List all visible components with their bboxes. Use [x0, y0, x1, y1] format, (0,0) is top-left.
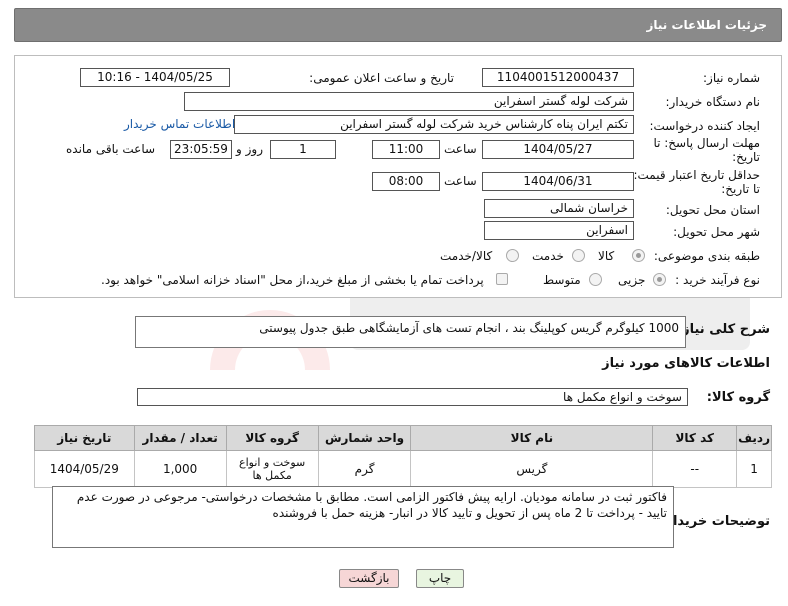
announce-label: تاریخ و ساعت اعلان عمومی:	[309, 71, 454, 85]
announce-field[interactable]: 1404/05/25 - 10:16	[80, 68, 230, 87]
col-row: ردیف	[736, 425, 772, 451]
cell-need-date: 1404/05/29	[34, 450, 135, 488]
need-number-label: شماره نیاز:	[703, 71, 760, 85]
page-header: جزئیات اطلاعات نیاز	[14, 8, 782, 42]
cell-quantity: 1,000	[133, 450, 227, 488]
category-radio-service[interactable]	[572, 249, 585, 262]
items-table: ردیف کد کالا نام کالا واحد شمارش گروه کا…	[34, 425, 772, 488]
price-validity-label-2: تا تاریخ:	[721, 182, 760, 196]
province-field[interactable]: خراسان شمالی	[484, 199, 634, 218]
validity-time-field[interactable]: 08:00	[372, 172, 440, 191]
table-header-row: ردیف کد کالا نام کالا واحد شمارش گروه کا…	[34, 425, 772, 451]
buyer-notes-label: توضیحات خریدار:	[660, 514, 770, 529]
category-option-service: خدمت	[532, 249, 564, 263]
remaining-time-field[interactable]: 23:05:59	[170, 140, 232, 159]
validity-date-field[interactable]: 1404/06/31	[482, 172, 634, 191]
category-option-goods-service: کالا/خدمت	[440, 249, 493, 263]
deadline-time-field[interactable]: 11:00	[372, 140, 440, 159]
col-group: گروه کالا	[225, 425, 319, 451]
creator-label: ایجاد کننده درخواست:	[649, 119, 760, 133]
remaining-label: ساعت باقی مانده	[66, 142, 156, 156]
deadline-date-field[interactable]: 1404/05/27	[482, 140, 634, 159]
cell-unit: گرم	[317, 450, 412, 488]
process-radio-medium[interactable]	[589, 273, 602, 286]
buyer-org-field[interactable]: شرکت لوله گستر اسفراین	[184, 92, 634, 111]
table-row[interactable]: 1 -- گریس گرم سوخت و انواع مکمل ها 1,000…	[34, 450, 772, 488]
process-label: نوع فرآیند خرید :	[675, 273, 760, 287]
process-option-medium: متوسط	[543, 273, 581, 287]
description-field[interactable]: 1000 کیلوگرم گریس کوپلینگ بند ، انجام تس…	[135, 316, 686, 348]
city-field[interactable]: اسفراین	[484, 221, 634, 240]
cell-name: گریس	[410, 450, 654, 488]
cell-group: سوخت و انواع مکمل ها	[225, 450, 319, 488]
col-name: نام کالا	[410, 425, 654, 451]
contact-info-link[interactable]: اطلاعات تماس خریدار	[124, 117, 235, 131]
days-label: روز و	[236, 142, 263, 156]
payment-note: پرداخت تمام یا بخشی از مبلغ خرید،از محل …	[101, 273, 484, 287]
goods-section-title: اطلاعات کالاهای مورد نیاز	[602, 356, 770, 371]
category-label: طبقه بندی موضوعی:	[653, 249, 760, 263]
process-option-minor: جزیی	[618, 273, 646, 287]
validity-time-label: ساعت	[444, 174, 477, 188]
col-quantity: تعداد / مقدار	[133, 425, 227, 451]
need-number-field[interactable]: 1104001512000437	[482, 68, 634, 87]
goods-group-field[interactable]: سوخت و انواع مکمل ها	[137, 388, 688, 406]
province-label: استان محل تحویل:	[665, 203, 760, 217]
back-button[interactable]: بازگشت	[339, 569, 399, 588]
category-option-goods: کالا	[598, 249, 615, 263]
process-radio-minor[interactable]	[653, 273, 666, 286]
deadline-label-2: تاریخ:	[732, 150, 760, 164]
treasury-checkbox[interactable]	[496, 273, 508, 285]
col-unit: واحد شمارش	[317, 425, 412, 451]
description-label: شرح کلی نیاز:	[676, 322, 770, 337]
cell-code: --	[652, 450, 738, 488]
buyer-org-label: نام دستگاه خریدار:	[665, 95, 761, 109]
category-radio-goods[interactable]	[632, 249, 645, 262]
city-label: شهر محل تحویل:	[673, 225, 760, 239]
goods-group-label: گروه کالا:	[706, 390, 770, 405]
cell-row: 1	[736, 450, 772, 488]
creator-field[interactable]: تکتم ایران پناه کارشناس خرید شرکت لوله گ…	[234, 115, 634, 134]
buyer-notes-field[interactable]: فاکتور ثبت در سامانه مودیان. ارایه پیش ف…	[52, 486, 674, 548]
col-need-date: تاریخ نیاز	[34, 425, 135, 451]
days-field[interactable]: 1	[270, 140, 336, 159]
page-title: جزئیات اطلاعات نیاز	[646, 18, 767, 32]
price-validity-label: حداقل تاریخ اعتبار قیمت:	[633, 168, 760, 182]
deadline-label: مهلت ارسال پاسخ: تا	[653, 136, 760, 150]
category-radio-goods-service[interactable]	[506, 249, 519, 262]
col-code: کد کالا	[652, 425, 738, 451]
deadline-time-label: ساعت	[444, 142, 477, 156]
print-button[interactable]: چاپ	[416, 569, 464, 588]
